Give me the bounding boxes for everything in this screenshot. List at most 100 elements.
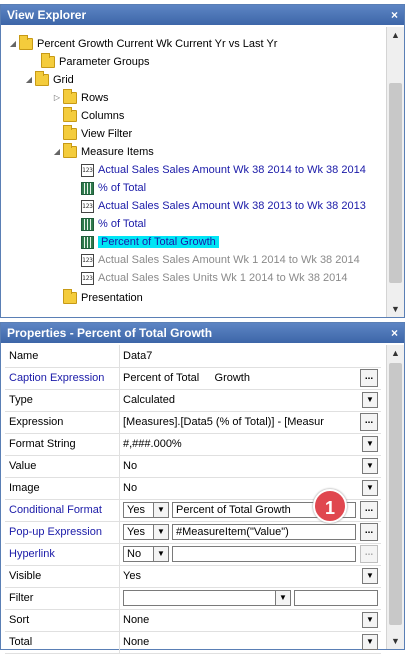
tree-node-label: Actual Sales Sales Units Wk 1 2014 to Wk… <box>98 272 348 284</box>
tree-node-measure[interactable]: % of Total <box>81 179 146 197</box>
property-label: Name <box>9 345 120 367</box>
property-label: Total <box>9 631 120 653</box>
tree-node-label: Rows <box>81 92 109 104</box>
chevron-down-icon[interactable]: ▼ <box>362 392 378 408</box>
chevron-down-icon[interactable]: ▼ <box>362 612 378 628</box>
tree-node-view-filter[interactable]: View Filter <box>63 125 132 143</box>
property-label: Conditional Format <box>9 499 120 521</box>
folder-icon <box>63 143 77 159</box>
property-value[interactable]: None <box>123 609 149 631</box>
tree-node-label: Actual Sales Sales Amount Wk 1 2014 to W… <box>98 254 360 266</box>
properties-titlebar: Properties - Percent of Total Growth × <box>1 323 404 343</box>
scroll-up-icon[interactable]: ▲ <box>387 27 404 43</box>
tree-node-label: % of Total <box>98 182 147 194</box>
ellipsis-button[interactable]: ... <box>360 523 378 541</box>
tree-node-measure-disabled[interactable]: 123 Actual Sales Sales Amount Wk 1 2014 t… <box>81 251 360 269</box>
property-value[interactable]: Data7 <box>123 345 152 367</box>
property-label: Filter <box>9 587 120 609</box>
calculated-measure-icon <box>81 181 94 195</box>
tree-node-label: View Filter <box>81 128 133 140</box>
property-value[interactable]: No <box>123 455 137 477</box>
collapsed-arrow-icon[interactable]: ▷ <box>51 89 63 107</box>
folder-icon <box>35 71 49 87</box>
tree-node-measure[interactable]: 123 Actual Sales Sales Amount Wk 38 2013 … <box>81 197 366 215</box>
expanded-arrow-icon[interactable]: ◢ <box>7 35 19 53</box>
chevron-down-icon[interactable]: ▼ <box>275 590 291 606</box>
folder-icon <box>63 289 77 305</box>
chevron-down-icon[interactable]: ▼ <box>153 524 169 540</box>
expanded-arrow-icon[interactable]: ◢ <box>23 71 35 89</box>
property-row-popup-expression: Pop-up Expression Yes ▼ #MeasureItem("Va… <box>5 521 381 544</box>
view-explorer-tree: ◢ Percent Growth Current Wk Current Yr vs… <box>1 27 383 317</box>
hyperlink-field[interactable] <box>172 546 356 562</box>
close-icon[interactable]: × <box>391 5 398 25</box>
tree-node-measure[interactable]: 123 Actual Sales Sales Amount Wk 38 2014 … <box>81 161 366 179</box>
number-measure-icon: 123 <box>81 163 94 177</box>
tree-node-parameter-groups[interactable]: Parameter Groups <box>41 53 149 71</box>
tree-node-measure[interactable]: % of Total <box>81 215 146 233</box>
tree-node-measure-selected[interactable]: Percent of Total Growth <box>81 233 219 251</box>
property-row-type: Type Calculated ▼ <box>5 389 381 412</box>
tree-node-label: Presentation <box>81 292 143 304</box>
properties-vertical-scrollbar[interactable]: ▲ ▼ <box>386 345 404 649</box>
chevron-down-icon[interactable]: ▼ <box>362 480 378 496</box>
tree-node-label: Actual Sales Sales Amount Wk 38 2013 to … <box>98 200 366 212</box>
property-row-name: Name Data7 <box>5 345 381 368</box>
tree-node-root[interactable]: ◢ Percent Growth Current Wk Current Yr vs… <box>7 35 277 53</box>
filter-select[interactable] <box>123 590 291 606</box>
expanded-arrow-icon[interactable]: ◢ <box>51 143 63 161</box>
scroll-down-icon[interactable]: ▼ <box>387 633 404 649</box>
number-measure-icon: 123 <box>81 271 94 285</box>
filter-value-field[interactable] <box>294 590 378 606</box>
ellipsis-button[interactable]: ... <box>360 413 378 431</box>
property-value[interactable]: [Measures].[Data5 (% of Total)] - [Measu… <box>123 411 355 433</box>
tree-node-label: Actual Sales Sales Amount Wk 38 2014 to … <box>98 164 366 176</box>
scroll-up-icon[interactable]: ▲ <box>387 345 404 361</box>
tree-node-measure-disabled[interactable]: 123 Actual Sales Sales Units Wk 1 2014 to… <box>81 269 347 287</box>
chevron-down-icon[interactable]: ▼ <box>153 546 169 562</box>
tree-node-presentation[interactable]: Presentation <box>63 289 143 307</box>
tree-node-rows[interactable]: ▷ Rows <box>51 89 109 107</box>
property-value[interactable]: #,###.000% <box>123 433 182 455</box>
close-icon[interactable]: × <box>391 323 398 343</box>
property-row-total: Total None ▼ <box>5 631 381 654</box>
folder-icon <box>19 35 33 51</box>
property-value[interactable]: Calculated <box>123 389 175 411</box>
property-label: Type <box>9 389 120 411</box>
properties-title: Properties - Percent of Total Growth <box>7 326 213 340</box>
scrollbar-thumb[interactable] <box>389 83 402 283</box>
chevron-down-icon[interactable]: ▼ <box>362 436 378 452</box>
tree-vertical-scrollbar[interactable]: ▲ ▼ <box>386 27 404 317</box>
tree-node-label: % of Total <box>98 218 147 230</box>
view-explorer-panel: View Explorer × ◢ Percent Growth Current … <box>0 4 405 318</box>
tree-node-label: Percent of Total Growth <box>98 236 219 248</box>
tree-node-grid[interactable]: ◢ Grid <box>23 71 74 89</box>
property-value[interactable]: None <box>123 631 149 653</box>
chevron-down-icon[interactable]: ▼ <box>362 458 378 474</box>
calculated-measure-icon <box>81 217 94 231</box>
calculated-measure-icon <box>81 235 94 249</box>
scroll-down-icon[interactable]: ▼ <box>387 301 404 317</box>
chevron-down-icon[interactable]: ▼ <box>362 568 378 584</box>
chevron-down-icon[interactable]: ▼ <box>153 502 169 518</box>
tree-node-columns[interactable]: Columns <box>63 107 124 125</box>
tree-node-measure-items[interactable]: ◢ Measure Items <box>51 143 154 161</box>
ellipsis-button[interactable]: ... <box>360 501 378 519</box>
property-row-expression: Expression [Measures].[Data5 (% of Total… <box>5 411 381 434</box>
property-value[interactable]: No <box>123 477 137 499</box>
tree-node-label: Parameter Groups <box>59 56 150 68</box>
folder-icon <box>63 125 77 141</box>
property-row-filter: Filter ▼ <box>5 587 381 610</box>
folder-icon <box>63 89 77 105</box>
ellipsis-button[interactable]: ... <box>360 545 378 563</box>
property-value[interactable]: Yes <box>123 565 141 587</box>
tree-node-label: Percent Growth Current Wk Current Yr vs … <box>37 38 278 50</box>
property-value[interactable]: Percent of Total Growth <box>123 367 250 389</box>
ellipsis-button[interactable]: ... <box>360 369 378 387</box>
chevron-down-icon[interactable]: ▼ <box>362 634 378 650</box>
property-row-sort: Sort None ▼ <box>5 609 381 632</box>
property-row-format-string: Format String #,###.000% ▼ <box>5 433 381 456</box>
popup-expression-field[interactable]: #MeasureItem("Value") <box>172 524 356 540</box>
property-row-value: Value No ▼ <box>5 455 381 478</box>
scrollbar-thumb[interactable] <box>389 363 402 625</box>
